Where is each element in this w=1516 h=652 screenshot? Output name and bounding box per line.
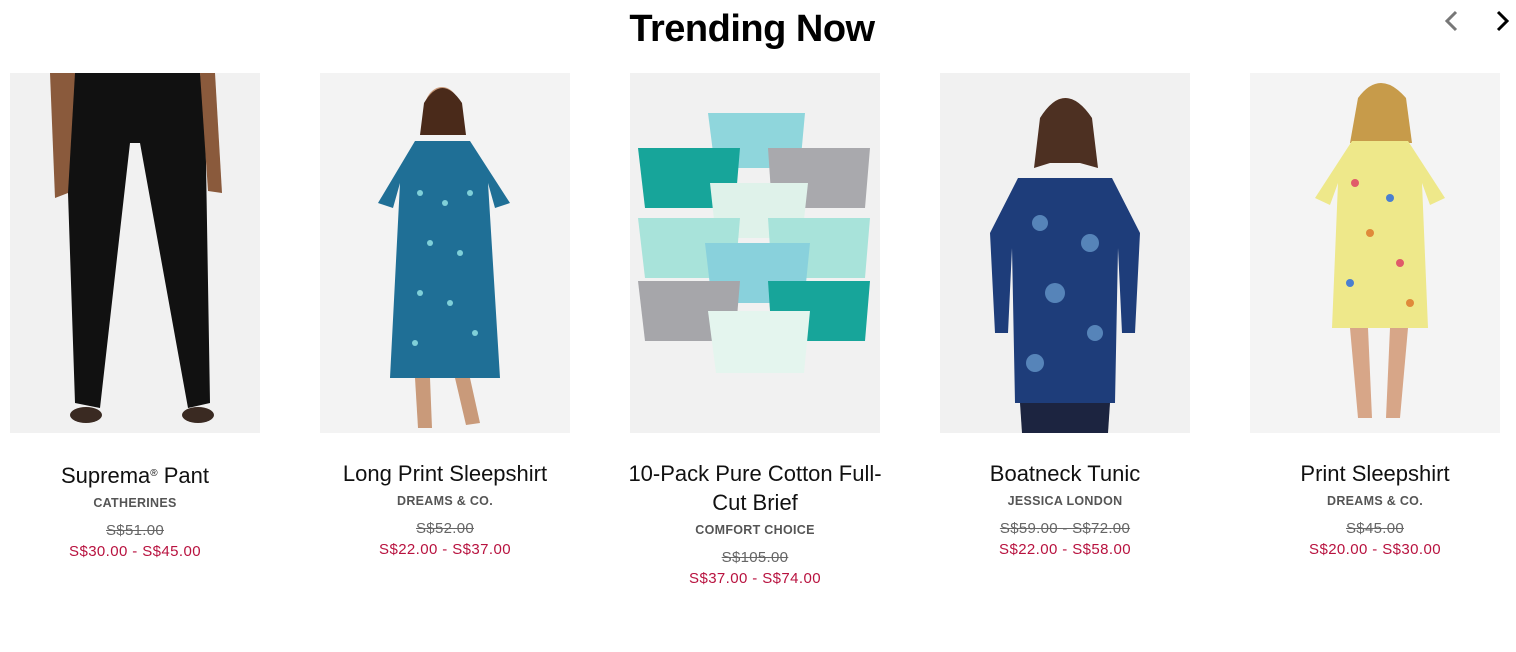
carousel-prev-button[interactable] — [1436, 6, 1466, 36]
product-name[interactable]: 10-Pack Pure Cotton Full-Cut Brief — [620, 459, 890, 517]
original-price: S$105.00 — [721, 549, 789, 566]
chevron-right-icon — [1496, 10, 1510, 32]
product-card[interactable]: Suprema® Pant CATHERINES S$51.00 S$30.00… — [10, 73, 260, 560]
original-price: S$45.00 — [1346, 520, 1404, 537]
sale-price: S$22.00 - S$37.00 — [379, 541, 511, 558]
carousel-next-button[interactable] — [1488, 6, 1516, 36]
product-name[interactable]: Suprema® Pant — [0, 459, 270, 490]
product-card[interactable]: Print Sleepshirt DREAMS & CO. S$45.00 S$… — [1250, 73, 1500, 558]
original-price: S$52.00 — [416, 520, 474, 537]
product-image[interactable] — [10, 73, 260, 433]
product-name[interactable]: Print Sleepshirt — [1240, 459, 1510, 488]
product-name[interactable]: Long Print Sleepshirt — [310, 459, 580, 488]
product-carousel: Suprema® Pant CATHERINES S$51.00 S$30.00… — [10, 73, 1500, 633]
product-name[interactable]: Boatneck Tunic — [930, 459, 1200, 488]
product-brand: CATHERINES — [93, 496, 177, 510]
product-image[interactable] — [940, 73, 1190, 433]
original-price: S$59.00 - S$72.00 — [999, 520, 1131, 537]
product-image[interactable] — [1250, 73, 1500, 433]
product-brand: DREAMS & CO. — [1327, 494, 1423, 508]
product-card[interactable]: 10-Pack Pure Cotton Full-Cut Brief COMFO… — [628, 73, 882, 587]
sale-price: S$20.00 - S$30.00 — [1309, 541, 1441, 558]
product-image[interactable] — [320, 73, 570, 433]
chevron-left-icon — [1444, 10, 1458, 32]
product-brand: DREAMS & CO. — [397, 494, 493, 508]
sale-price: S$22.00 - S$58.00 — [999, 541, 1131, 558]
sale-price: S$30.00 - S$45.00 — [69, 543, 201, 560]
product-image[interactable] — [630, 73, 880, 433]
product-card[interactable]: Long Print Sleepshirt DREAMS & CO. S$52.… — [320, 73, 570, 558]
product-brand: JESSICA LONDON — [1007, 494, 1123, 508]
original-price: S$51.00 — [106, 522, 164, 539]
section-title: Trending Now — [629, 8, 875, 50]
product-card[interactable]: Boatneck Tunic JESSICA LONDON S$59.00 - … — [940, 73, 1190, 558]
product-brand: COMFORT CHOICE — [695, 523, 815, 537]
sale-price: S$37.00 - S$74.00 — [689, 570, 821, 587]
